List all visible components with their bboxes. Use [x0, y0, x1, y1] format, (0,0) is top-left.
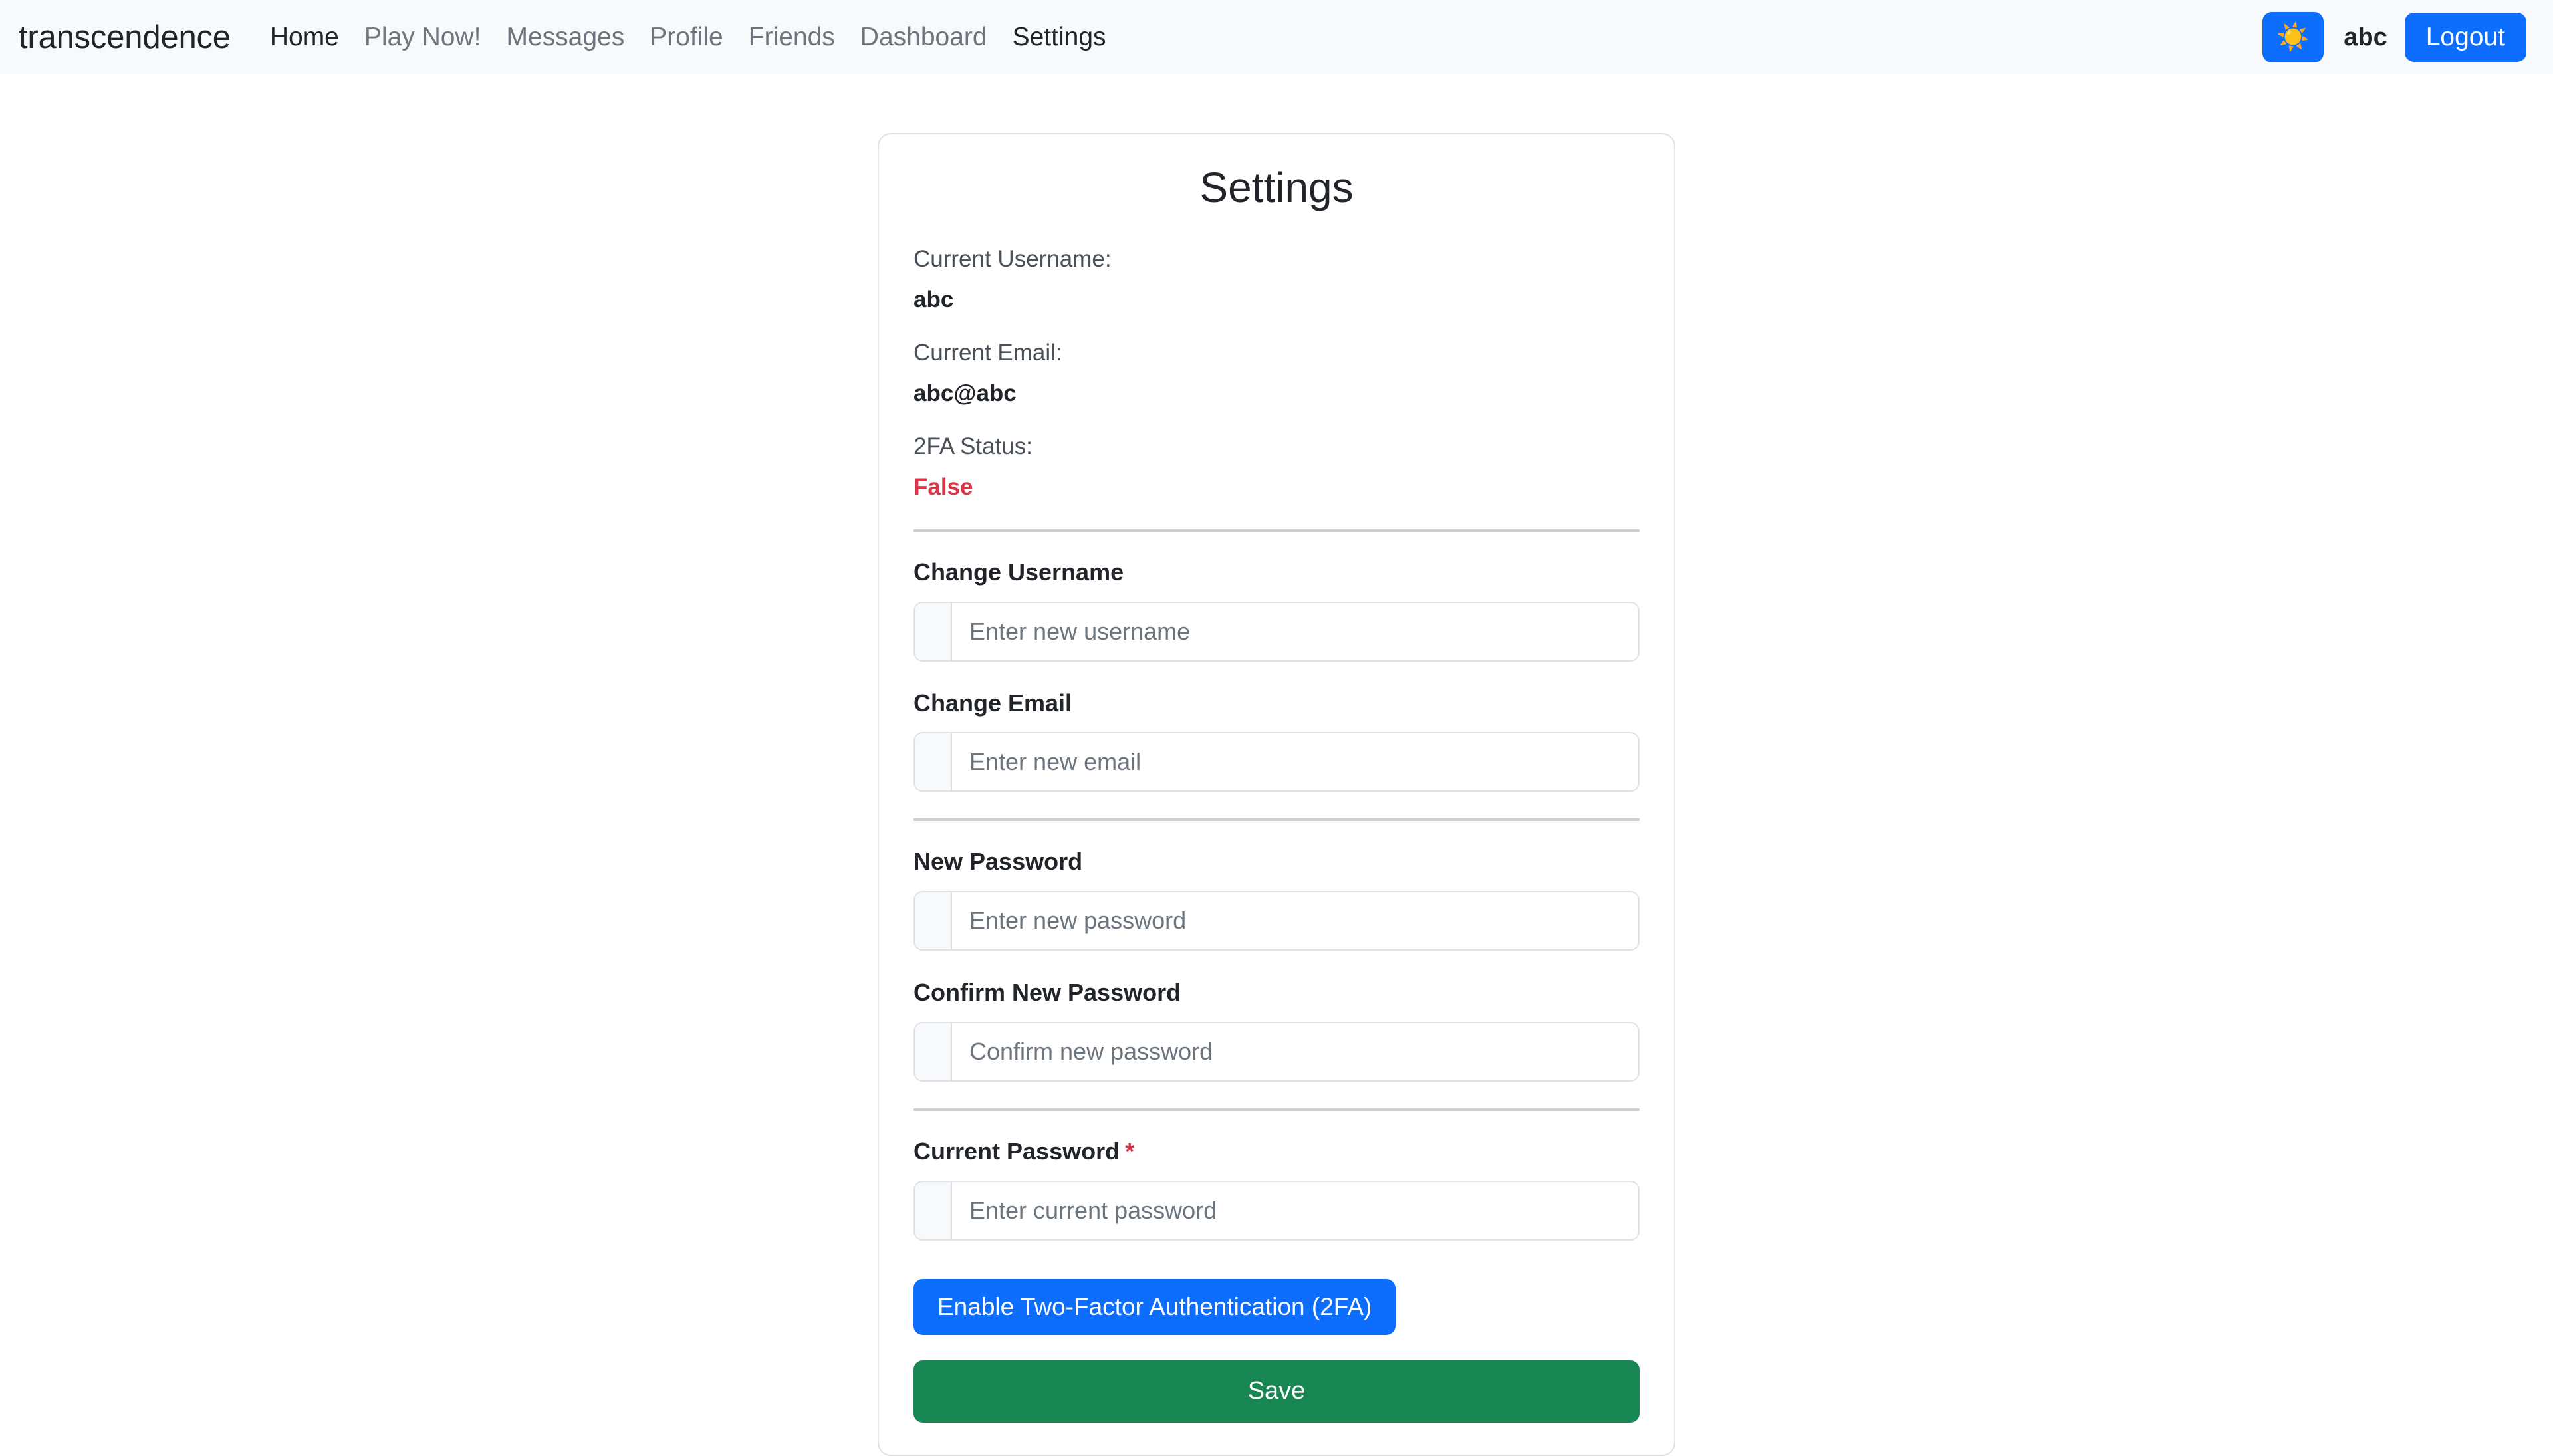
required-asterisk: * — [1125, 1138, 1134, 1165]
enable-2fa-button[interactable]: Enable Two-Factor Authentication (2FA) — [913, 1279, 1396, 1336]
input-prefix-icon-slot — [915, 603, 952, 660]
account-info-block: Current Username: abc Current Email: abc… — [913, 244, 1640, 503]
divider-after-passwords — [913, 1108, 1640, 1111]
change-email-input-group[interactable] — [913, 732, 1640, 792]
confirm-new-password-input-group[interactable] — [913, 1022, 1640, 1082]
input-prefix-icon-slot — [915, 1182, 952, 1239]
new-password-input[interactable] — [952, 892, 1638, 949]
divider-after-info — [913, 529, 1640, 532]
navbar-right-cluster: ☀️ abc Logout — [2262, 12, 2526, 62]
change-email-label: Change Email — [913, 688, 1640, 719]
nav-link-friends[interactable]: Friends — [736, 23, 848, 52]
current-password-input-group[interactable] — [913, 1181, 1640, 1241]
confirm-new-password-input[interactable] — [952, 1023, 1638, 1080]
save-button[interactable]: Save — [913, 1360, 1640, 1423]
nav-link-settings[interactable]: Settings — [1000, 23, 1119, 52]
change-username-label: Change Username — [913, 557, 1640, 588]
input-prefix-icon-slot — [915, 892, 952, 949]
twofa-status-label: 2FA Status: — [913, 431, 1640, 462]
new-password-input-group[interactable] — [913, 891, 1640, 951]
current-password-label-text: Current Password — [913, 1138, 1120, 1165]
nav-link-profile[interactable]: Profile — [637, 23, 736, 52]
twofa-status-value: False — [913, 472, 1640, 503]
new-password-label: New Password — [913, 846, 1640, 878]
confirm-new-password-label: Confirm New Password — [913, 977, 1640, 1009]
current-email-label: Current Email: — [913, 338, 1640, 368]
brand-logo[interactable]: transcendence — [19, 19, 231, 56]
current-password-input[interactable] — [952, 1182, 1638, 1239]
current-username-label: Current Username: — [913, 244, 1640, 275]
sun-icon: ☀️ — [2276, 24, 2310, 51]
nav-link-messages[interactable]: Messages — [493, 23, 637, 52]
navbar-username: abc — [2344, 23, 2387, 52]
input-prefix-icon-slot — [915, 1023, 952, 1080]
primary-nav: Home Play Now! Messages Profile Friends … — [257, 23, 1119, 52]
change-email-input[interactable] — [952, 733, 1638, 790]
current-username-value: abc — [913, 285, 1640, 315]
page-title: Settings — [913, 162, 1640, 213]
nav-link-dashboard[interactable]: Dashboard — [848, 23, 1000, 52]
change-username-input-group[interactable] — [913, 602, 1640, 662]
current-password-label: Current Password* — [913, 1136, 1640, 1167]
nav-link-play-now[interactable]: Play Now! — [352, 23, 494, 52]
top-navbar: transcendence Home Play Now! Messages Pr… — [0, 0, 2553, 74]
current-email-value: abc@abc — [913, 378, 1640, 409]
theme-toggle-button[interactable]: ☀️ — [2262, 12, 2324, 62]
settings-card: Settings Current Username: abc Current E… — [878, 133, 1675, 1456]
logout-button[interactable]: Logout — [2405, 13, 2526, 62]
input-prefix-icon-slot — [915, 733, 952, 790]
nav-link-home[interactable]: Home — [257, 23, 352, 52]
change-username-input[interactable] — [952, 603, 1638, 660]
divider-after-email — [913, 818, 1640, 821]
